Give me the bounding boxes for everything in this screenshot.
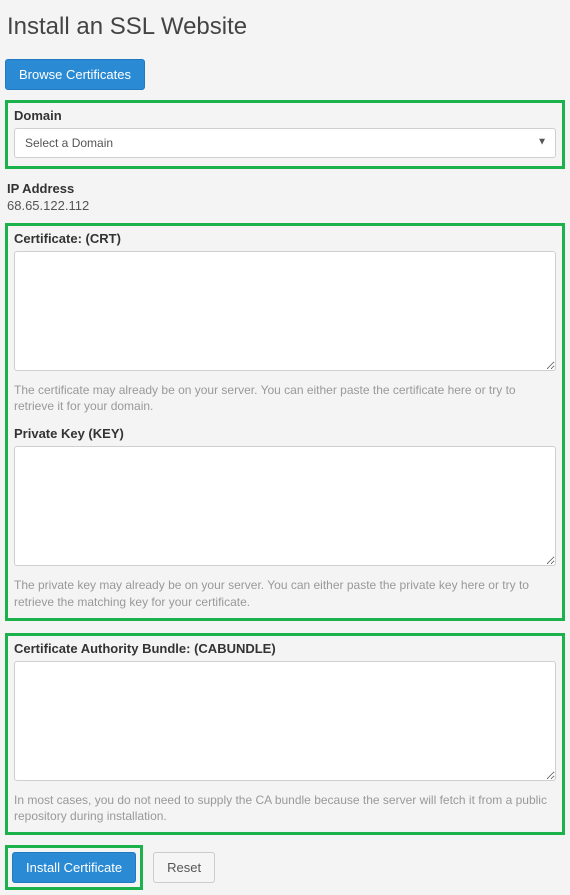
install-highlight: Install Certificate bbox=[5, 845, 143, 890]
key-textarea[interactable] bbox=[14, 446, 556, 566]
domain-group: Domain Select a Domain ▼ bbox=[5, 100, 565, 169]
cabundle-label: Certificate Authority Bundle: (CABUNDLE) bbox=[14, 641, 556, 656]
browse-certificates-button[interactable]: Browse Certificates bbox=[5, 59, 145, 90]
action-row: Install Certificate Reset bbox=[5, 845, 565, 890]
crt-textarea[interactable] bbox=[14, 251, 556, 371]
key-helper: The private key may already be on your s… bbox=[14, 577, 556, 609]
install-certificate-button[interactable]: Install Certificate bbox=[12, 852, 136, 883]
page-title: Install an SSL Website bbox=[7, 13, 565, 41]
cabundle-textarea[interactable] bbox=[14, 661, 556, 781]
key-label: Private Key (KEY) bbox=[14, 426, 556, 441]
crt-helper: The certificate may already be on your s… bbox=[14, 382, 556, 414]
crt-label: Certificate: (CRT) bbox=[14, 231, 556, 246]
cabundle-group: Certificate Authority Bundle: (CABUNDLE)… bbox=[5, 633, 565, 835]
ip-address-label: IP Address bbox=[7, 181, 565, 196]
domain-label: Domain bbox=[14, 108, 556, 123]
certificate-key-group: Certificate: (CRT) The certificate may a… bbox=[5, 223, 565, 621]
ip-address-value: 68.65.122.112 bbox=[7, 198, 565, 213]
domain-select[interactable]: Select a Domain bbox=[15, 129, 555, 157]
reset-button[interactable]: Reset bbox=[153, 852, 215, 883]
domain-select-wrap: Select a Domain ▼ bbox=[14, 128, 556, 158]
cabundle-helper: In most cases, you do not need to supply… bbox=[14, 792, 556, 824]
